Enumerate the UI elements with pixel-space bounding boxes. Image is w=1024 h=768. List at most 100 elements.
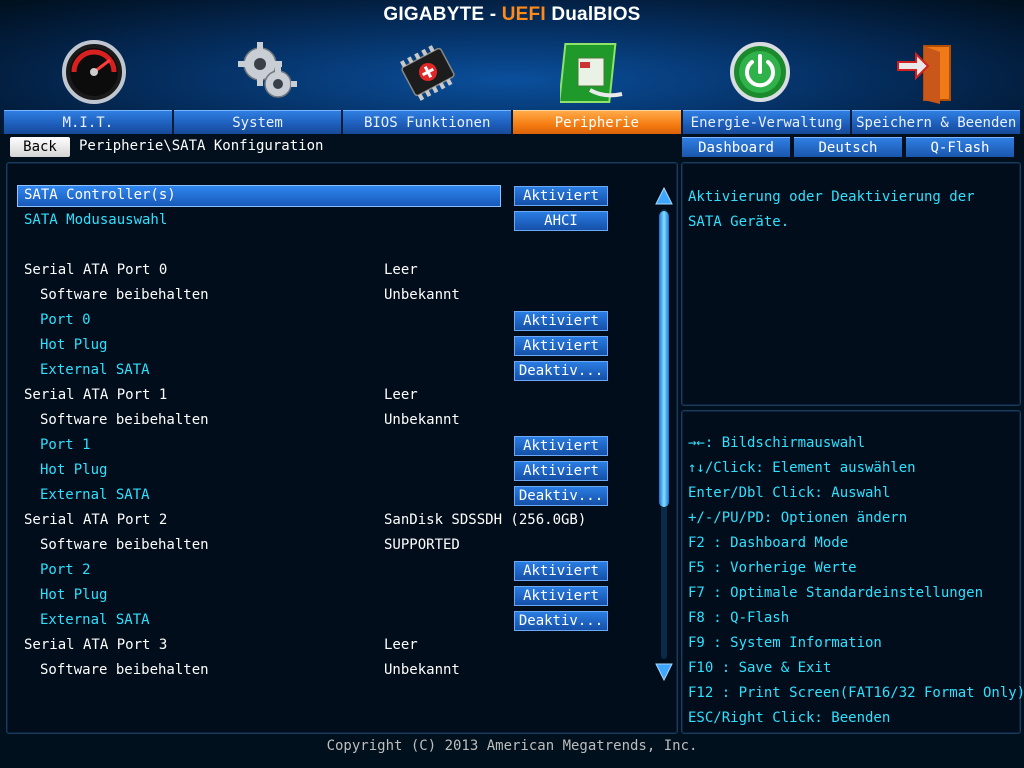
setting-row[interactable]: Serial ATA Port 1 Leer bbox=[7, 385, 667, 407]
language-button[interactable]: Deutsch bbox=[794, 137, 902, 157]
setting-label: SATA Controller(s) bbox=[24, 187, 176, 203]
app-title: GIGABYTE - UEFI DualBIOS bbox=[0, 4, 1024, 26]
copyright-text: Copyright (C) 2013 American Megatrends, … bbox=[326, 738, 698, 754]
key-legend-line: ↑↓/Click: Element auswählen bbox=[688, 460, 916, 476]
setting-label: Hot Plug bbox=[40, 462, 108, 478]
key-legend-line: F10 : Save & Exit bbox=[688, 660, 832, 676]
tab-bar: M.I.T. System BIOS Funktionen Peripherie… bbox=[4, 110, 1021, 134]
setting-option-button[interactable]: Aktiviert bbox=[514, 186, 608, 206]
qflash-button[interactable]: Q-Flash bbox=[906, 137, 1014, 157]
setting-label: Port 0 bbox=[40, 312, 91, 328]
setting-row[interactable]: Hot Plug Aktiviert bbox=[7, 460, 667, 482]
key-legend-line: F12 : Print Screen(FAT16/32 Format Only) bbox=[688, 685, 1024, 701]
setting-option-button[interactable]: Aktiviert bbox=[514, 336, 608, 356]
breadcrumb: Peripherie\SATA Konfiguration bbox=[79, 138, 324, 154]
setting-label: Hot Plug bbox=[40, 587, 108, 603]
setting-label: Software beibehalten bbox=[40, 662, 209, 678]
setting-label: SATA Modusauswahl bbox=[24, 212, 168, 228]
setting-row[interactable]: Software beibehalten Unbekannt bbox=[7, 660, 667, 682]
tab-system[interactable]: System bbox=[173, 110, 342, 134]
setting-row[interactable]: Port 0 Aktiviert bbox=[7, 310, 667, 332]
tab-energie-verwaltung[interactable]: Energie-Verwaltung bbox=[682, 110, 851, 134]
setting-row[interactable]: External SATA Deaktiv... bbox=[7, 485, 667, 507]
key-legend-line: ESC/Right Click: Beenden bbox=[688, 710, 891, 726]
title-brand: GIGABYTE - bbox=[383, 4, 502, 25]
key-legend-line: →←: Bildschirmauswahl bbox=[688, 435, 866, 451]
setting-option-button[interactable]: Aktiviert bbox=[514, 311, 608, 331]
setting-option-button[interactable]: Deaktiv... bbox=[514, 611, 608, 631]
setting-row[interactable]: Serial ATA Port 3 Leer bbox=[7, 635, 667, 657]
setting-option-button[interactable]: Aktiviert bbox=[514, 586, 608, 606]
scroll-down-arrow-icon[interactable] bbox=[655, 663, 673, 681]
sub-bar: Back Peripherie\SATA Konfiguration Dashb… bbox=[0, 134, 1024, 160]
setting-row[interactable]: External SATA Deaktiv... bbox=[7, 610, 667, 632]
setting-row[interactable]: Port 1 Aktiviert bbox=[7, 435, 667, 457]
tab-peripherie[interactable]: Peripherie bbox=[513, 110, 681, 134]
setting-value: SanDisk SDSSDH (256.0GB) bbox=[384, 512, 587, 528]
setting-value: Unbekannt bbox=[384, 662, 460, 678]
key-legend-panel: →←: Bildschirmauswahl ↑↓/Click: Element a… bbox=[681, 410, 1024, 734]
setting-label: Serial ATA Port 0 bbox=[24, 262, 168, 278]
key-legend-line: F7 : Optimale Standardeinstellungen bbox=[688, 585, 984, 601]
setting-spacer bbox=[7, 235, 667, 257]
setting-option-button[interactable]: Aktiviert bbox=[514, 461, 608, 481]
tab-icons bbox=[0, 38, 1024, 110]
title-rest: DualBIOS bbox=[545, 4, 641, 25]
tab-bios-funktionen[interactable]: BIOS Funktionen bbox=[343, 110, 512, 134]
help-description: Aktivierung oder Deaktivierung der SATA … bbox=[688, 189, 975, 230]
gears-icon[interactable] bbox=[232, 38, 300, 106]
power-icon[interactable] bbox=[726, 38, 794, 106]
setting-value: Leer bbox=[384, 387, 418, 403]
setting-label: External SATA bbox=[40, 362, 150, 378]
setting-row[interactable]: Serial ATA Port 2 SanDisk SDSSDH (256.0GB… bbox=[7, 510, 667, 532]
setting-row[interactable]: Serial ATA Port 0 Leer bbox=[7, 260, 667, 282]
key-legend-line: F9 : System Information bbox=[688, 635, 882, 651]
setting-value: Leer bbox=[384, 637, 418, 653]
settings-panel: SATA Controller(s) Aktiviert SATA Modusaus… bbox=[6, 162, 678, 734]
setting-value: SUPPORTED bbox=[384, 537, 460, 553]
peripheral-board-icon[interactable] bbox=[560, 38, 628, 106]
setting-label: Software beibehalten bbox=[40, 537, 209, 553]
title-accent: UEFI bbox=[501, 4, 546, 25]
exit-door-icon[interactable] bbox=[894, 38, 962, 106]
setting-row[interactable]: SATA Controller(s) Aktiviert bbox=[7, 185, 667, 207]
setting-label: External SATA bbox=[40, 612, 150, 628]
setting-label: Port 1 bbox=[40, 437, 91, 453]
setting-row[interactable]: Hot Plug Aktiviert bbox=[7, 585, 667, 607]
key-legend-line: F5 : Vorherige Werte bbox=[688, 560, 857, 576]
setting-label: Hot Plug bbox=[40, 337, 108, 353]
back-button[interactable]: Back bbox=[10, 137, 70, 157]
setting-row[interactable]: External SATA Deaktiv... bbox=[7, 360, 667, 382]
setting-option-button[interactable]: Aktiviert bbox=[514, 561, 608, 581]
setting-row[interactable]: SATA Modusauswahl AHCI bbox=[7, 210, 667, 232]
scrollbar[interactable] bbox=[655, 187, 673, 681]
setting-row[interactable]: Port 2 Aktiviert bbox=[7, 560, 667, 582]
scroll-up-arrow-icon[interactable] bbox=[655, 187, 673, 205]
setting-value: Unbekannt bbox=[384, 412, 460, 428]
tab-speichern-beenden[interactable]: Speichern & Beenden bbox=[852, 110, 1021, 134]
key-legend-line: F8 : Q-Flash bbox=[688, 610, 790, 626]
setting-value: Leer bbox=[384, 262, 418, 278]
tab-mit[interactable]: M.I.T. bbox=[4, 110, 172, 134]
header: GIGABYTE - UEFI DualBIOS M.I.T. System B… bbox=[0, 0, 1024, 134]
setting-row[interactable]: Software beibehalten SUPPORTED bbox=[7, 535, 667, 557]
setting-row[interactable]: Software beibehalten Unbekannt bbox=[7, 410, 667, 432]
setting-label: Serial ATA Port 3 bbox=[24, 637, 168, 653]
setting-option-button[interactable]: Deaktiv... bbox=[514, 361, 608, 381]
setting-option-button[interactable]: Deaktiv... bbox=[514, 486, 608, 506]
key-legend-line: F2 : Dashboard Mode bbox=[688, 535, 849, 551]
chip-icon[interactable] bbox=[394, 38, 462, 106]
setting-label: External SATA bbox=[40, 487, 150, 503]
speedometer-icon[interactable] bbox=[60, 38, 128, 106]
setting-label: Serial ATA Port 1 bbox=[24, 387, 168, 403]
scroll-thumb[interactable] bbox=[659, 211, 669, 507]
key-legend-line: Enter/Dbl Click: Auswahl bbox=[688, 485, 891, 501]
setting-value: Unbekannt bbox=[384, 287, 460, 303]
dashboard-button[interactable]: Dashboard bbox=[682, 137, 790, 157]
setting-label: Software beibehalten bbox=[40, 287, 209, 303]
setting-option-button[interactable]: AHCI bbox=[514, 211, 608, 231]
setting-row[interactable]: Hot Plug Aktiviert bbox=[7, 335, 667, 357]
setting-option-button[interactable]: Aktiviert bbox=[514, 436, 608, 456]
key-legend-line: +/-/PU/PD: Optionen ändern bbox=[688, 510, 908, 526]
setting-row[interactable]: Software beibehalten Unbekannt bbox=[7, 285, 667, 307]
